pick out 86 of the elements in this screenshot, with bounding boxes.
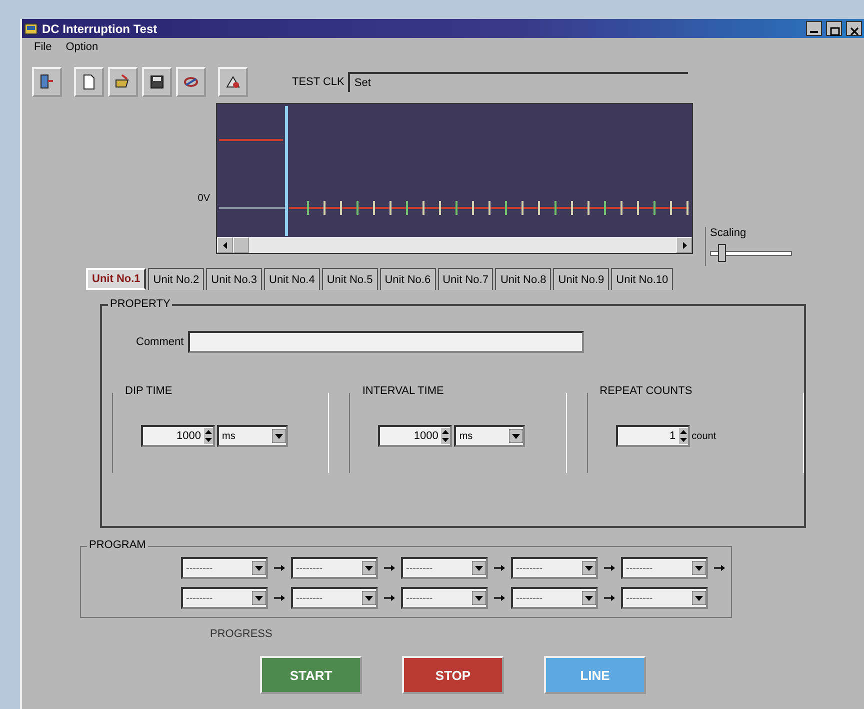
close-button[interactable] <box>846 21 862 36</box>
tab[interactable]: Unit No.2 <box>148 268 204 290</box>
door-icon <box>38 73 56 91</box>
comment-field[interactable] <box>188 331 584 353</box>
spin-arrows-icon <box>441 428 450 444</box>
tab[interactable]: Unit No.1 <box>86 268 146 290</box>
dropdown-arrow-icon <box>272 429 286 443</box>
tab[interactable]: Unit No.8 <box>495 268 552 290</box>
group-title: PROPERTY <box>108 298 172 310</box>
action-button[interactable]: STOP <box>402 656 504 694</box>
arrow-icon <box>603 562 616 574</box>
folder-button[interactable] <box>108 67 138 97</box>
arrow-icon <box>273 562 286 574</box>
group-title: INTERVAL TIME <box>361 385 445 397</box>
test-clk-field[interactable]: Set <box>348 72 688 92</box>
arrow-icon <box>273 592 286 604</box>
group-title: DIP TIME <box>124 385 174 397</box>
menu-item[interactable]: Option <box>66 41 98 55</box>
maximize-icon <box>828 25 840 38</box>
slider-thumb[interactable] <box>718 244 726 262</box>
group-title: PROGRAM <box>87 539 148 551</box>
action-button[interactable]: START <box>260 656 362 694</box>
dropdown-arrow-icon <box>252 561 266 575</box>
minimize-button[interactable] <box>806 21 822 36</box>
tab[interactable]: Unit No.7 <box>438 268 494 290</box>
dropdown-arrow-icon <box>472 591 486 605</box>
arrow-icon <box>603 592 616 604</box>
step-dropdown[interactable]: -------- <box>621 587 708 609</box>
slider-label: Scaling <box>710 227 748 239</box>
app-icon <box>24 22 38 36</box>
dropdown-arrow-icon <box>472 561 486 575</box>
tab[interactable]: Unit No.6 <box>380 268 436 290</box>
dropdown-arrow-icon <box>252 591 266 605</box>
group-title: REPEAT COUNTS <box>598 385 694 397</box>
step-dropdown[interactable]: -------- <box>511 557 598 579</box>
unit-dropdown[interactable]: ms <box>217 425 288 447</box>
door-button[interactable] <box>32 67 62 97</box>
tab[interactable]: Unit No.4 <box>264 268 320 290</box>
field-label: Comment <box>136 336 184 348</box>
step-dropdown[interactable]: -------- <box>511 587 598 609</box>
progress-label: PROGRESS <box>210 628 274 640</box>
step-dropdown[interactable]: -------- <box>181 557 268 579</box>
field-label: TEST CLK <box>292 76 344 88</box>
tab[interactable]: Unit No.9 <box>553 268 610 290</box>
unit-label: count <box>692 430 716 442</box>
dropdown-arrow-icon <box>582 561 596 575</box>
scrollbar[interactable] <box>217 237 692 253</box>
axis-label: 0V <box>196 193 211 204</box>
left-arrow-icon <box>220 240 230 250</box>
maximize-button[interactable] <box>826 21 842 36</box>
scroll-thumb[interactable] <box>233 237 249 253</box>
scroll-right-button[interactable] <box>676 237 692 253</box>
window-title: DC Interruption Test <box>42 22 158 36</box>
step-dropdown[interactable]: -------- <box>181 587 268 609</box>
close-icon <box>848 25 860 38</box>
spin-field[interactable]: 1 <box>616 425 690 447</box>
step-dropdown[interactable]: -------- <box>401 587 488 609</box>
menu-item[interactable]: File <box>34 41 52 55</box>
dropdown-arrow-icon <box>692 591 706 605</box>
step-dropdown[interactable]: -------- <box>291 557 378 579</box>
dropdown-arrow-icon <box>692 561 706 575</box>
save-button[interactable] <box>142 67 172 97</box>
spin-field[interactable]: 1000 <box>378 425 452 447</box>
dropdown-arrow-icon <box>582 591 596 605</box>
arrow-icon <box>383 592 396 604</box>
tab[interactable]: Unit No.5 <box>322 268 378 290</box>
arrow-icon <box>713 562 726 574</box>
dropdown-arrow-icon <box>509 429 524 443</box>
step-dropdown[interactable]: -------- <box>401 557 488 579</box>
minimize-icon <box>810 30 818 32</box>
save-icon <box>148 73 166 91</box>
spin-arrows-icon <box>204 428 213 444</box>
spin-field[interactable]: 1000 <box>141 425 215 447</box>
step-dropdown[interactable]: -------- <box>291 587 378 609</box>
scroll-left-button[interactable] <box>217 237 233 253</box>
tab[interactable]: Unit No.3 <box>206 268 262 290</box>
dropdown-arrow-icon <box>362 591 376 605</box>
arrow-icon <box>493 592 506 604</box>
arrow-icon <box>383 562 396 574</box>
tab[interactable]: Unit No.10 <box>611 268 674 290</box>
new-file-button[interactable] <box>74 67 104 97</box>
dropdown-arrow-icon <box>362 561 376 575</box>
arrow-icon <box>493 562 506 574</box>
spin-arrows-icon <box>678 428 688 444</box>
step-dropdown[interactable]: -------- <box>621 557 708 579</box>
unit-dropdown[interactable]: ms <box>454 425 526 447</box>
